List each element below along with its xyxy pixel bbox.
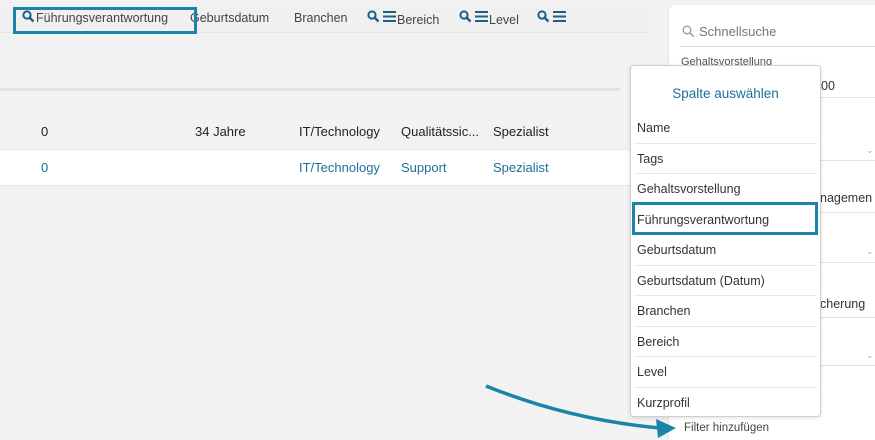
annotation-arrow bbox=[485, 384, 676, 438]
